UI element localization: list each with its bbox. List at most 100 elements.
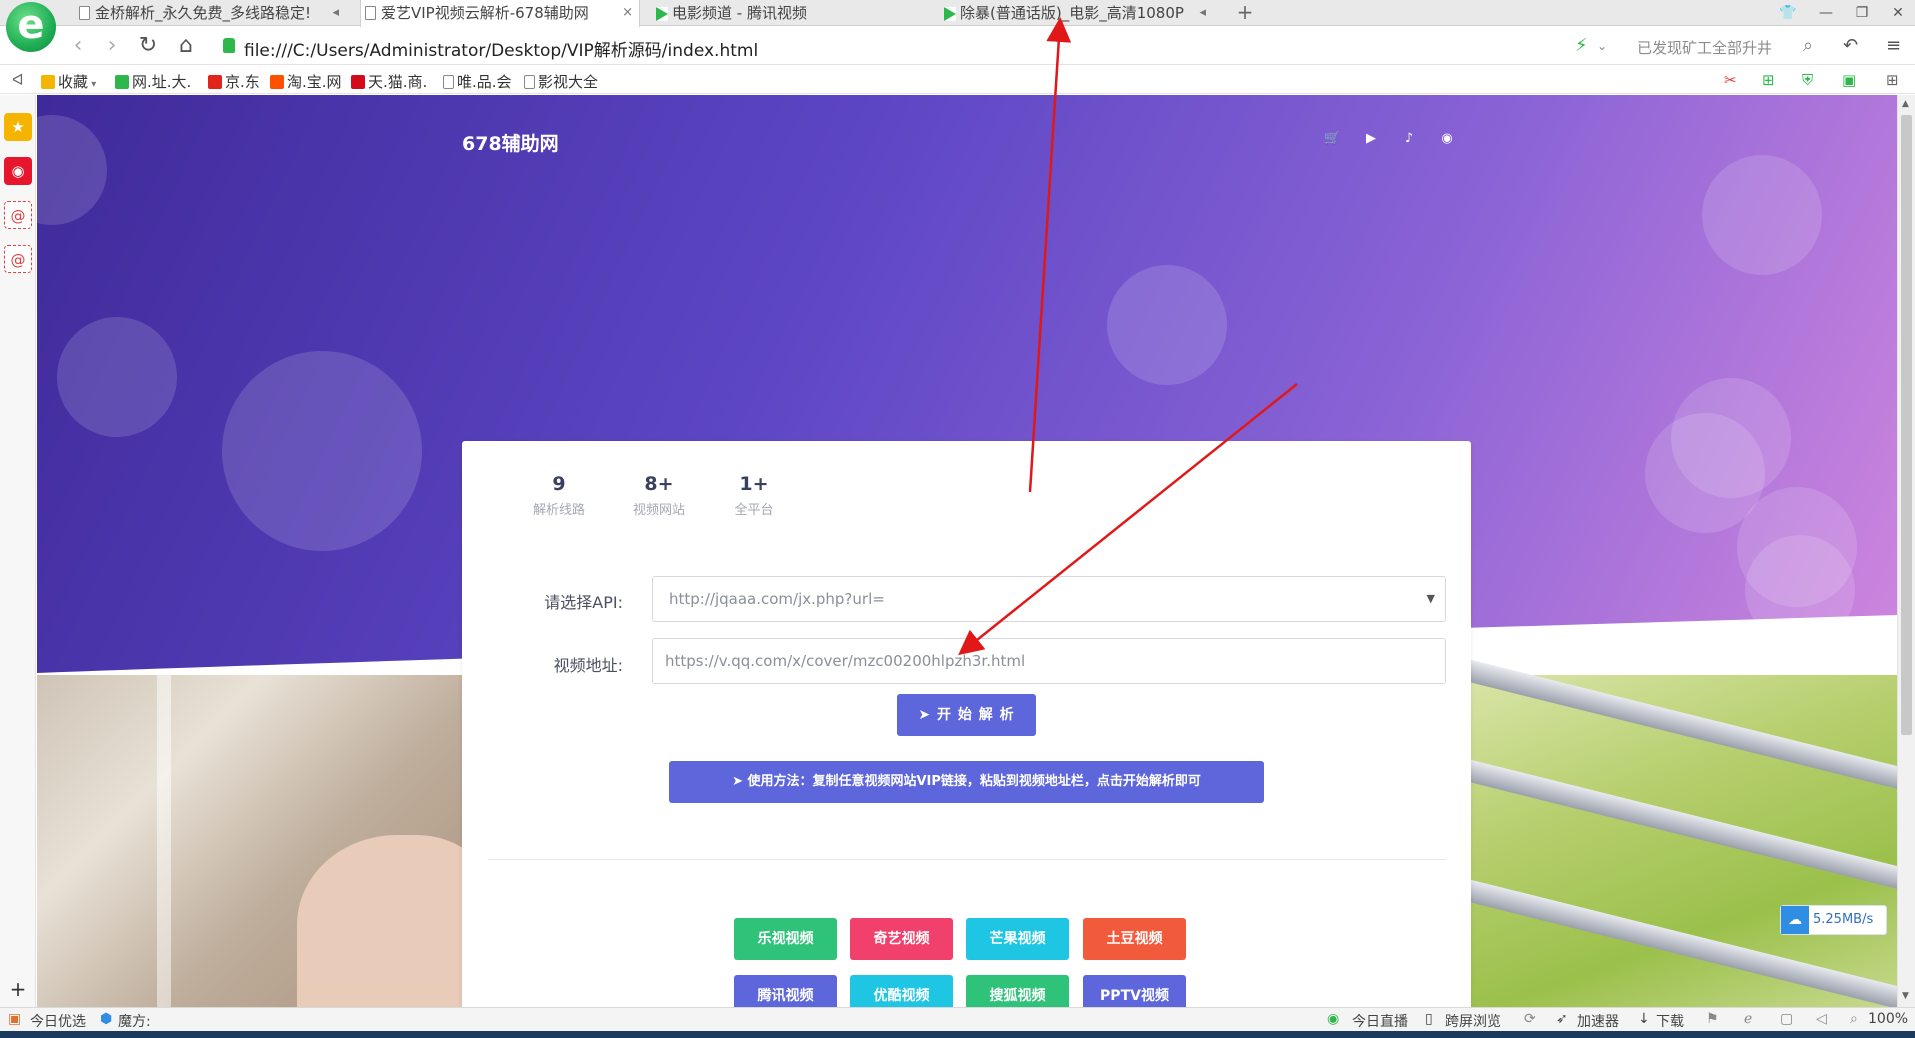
bookmark-item[interactable]: 网.址.大.	[115, 71, 191, 92]
decor-bubble	[37, 115, 107, 225]
os-taskbar	[0, 1031, 1915, 1038]
site-button-tudou[interactable]: 土豆视频	[1083, 918, 1186, 960]
mail-icon[interactable]: @	[4, 201, 32, 229]
magic-cube[interactable]: 魔方:	[118, 1011, 151, 1031]
close-window-icon[interactable]: ✕	[1880, 0, 1915, 26]
github-icon[interactable]: ◉	[1439, 131, 1455, 147]
favorites-icon[interactable]: ★	[4, 113, 32, 141]
search-icon[interactable]: ⌕	[1803, 35, 1813, 56]
lightning-icon[interactable]: ⚡	[1575, 35, 1588, 56]
bookmark-item[interactable]: 天.猫.商.	[351, 71, 427, 92]
refresh-icon[interactable]: ↻	[134, 32, 162, 60]
weibo-icon[interactable]: ◉	[4, 157, 32, 185]
site-button-tencent[interactable]: 腾讯视频	[734, 975, 837, 1007]
api-select[interactable]: http://jqaaa.com/jx.php?url= ▼	[652, 576, 1446, 622]
bookmark-item[interactable]: 唯.品.会	[443, 71, 512, 92]
volume-icon[interactable]: ◁	[1816, 1011, 1827, 1027]
site-button-youku[interactable]: 优酷视频	[850, 975, 953, 1007]
tab-2[interactable]: 电影频道 - 腾讯视频	[652, 0, 932, 26]
parse-card: 9 解析线路 8+ 视频网站 1+ 全平台 请选择API: http://jqa…	[462, 441, 1471, 1007]
music-icon[interactable]: ♪	[1401, 131, 1417, 147]
close-tab-icon[interactable]: ×	[622, 0, 633, 26]
page-icon	[365, 6, 376, 20]
page-scrollbar[interactable]: ▲ ▼	[1897, 95, 1915, 1007]
undo-icon[interactable]: ↶	[1843, 35, 1858, 56]
bookmark-item[interactable]: 影视大全	[524, 71, 598, 92]
skin-icon[interactable]: 👕	[1770, 0, 1806, 26]
stat-number: 9	[552, 473, 566, 495]
tmall-icon	[351, 75, 365, 89]
window-icon[interactable]: ▢	[1780, 1011, 1793, 1027]
mute-icon[interactable]: ◂	[1199, 0, 1206, 26]
scroll-thumb[interactable]	[1901, 115, 1912, 735]
game-icon[interactable]: ▣	[1842, 71, 1856, 89]
bookmark-item[interactable]: 京.东	[208, 71, 260, 92]
ie-icon[interactable]: ℯ	[1744, 1011, 1752, 1027]
decor-rail	[1436, 752, 1897, 900]
new-tab-button[interactable]: +	[1234, 0, 1256, 26]
zoom-level[interactable]: 100%	[1868, 1011, 1908, 1027]
bookmark-item[interactable]: 收藏 ▾	[41, 71, 96, 92]
refresh-icon[interactable]: ⟳	[1524, 1011, 1536, 1027]
tab-1[interactable]: 爱艺VIP视频云解析-678辅助网 ×	[360, 0, 640, 27]
stat-label: 视频网站	[632, 503, 685, 518]
api-select-value: http://jqaaa.com/jx.php?url=	[669, 590, 885, 608]
scroll-up-icon[interactable]: ▲	[1902, 99, 1909, 109]
check-icon	[115, 75, 129, 89]
tab-0[interactable]: 金桥解析_永久免费_多线路稳定! ◂	[75, 0, 345, 26]
mail-icon[interactable]: @	[4, 245, 32, 273]
site-button-iqiyi[interactable]: 奇艺视频	[850, 918, 953, 960]
apps-icon[interactable]: ⊞	[1886, 71, 1899, 89]
browser-logo[interactable]: e	[6, 2, 56, 52]
restore-icon[interactable]: ❐	[1844, 0, 1880, 26]
minimize-icon[interactable]: —	[1808, 0, 1844, 26]
scissors-icon[interactable]: ✂	[1724, 71, 1737, 89]
scroll-down-icon[interactable]: ▼	[1902, 991, 1909, 1001]
site-brand[interactable]: 678辅助网	[462, 129, 559, 156]
mute-icon[interactable]: ◂	[332, 0, 339, 26]
stat-label: 全平台	[734, 503, 774, 518]
cart-icon[interactable]: 🛒	[1324, 131, 1340, 147]
today-picks[interactable]: 今日优选	[30, 1011, 86, 1031]
site-button-pptv[interactable]: PPTV视频	[1083, 975, 1186, 1007]
tab-title: 爱艺VIP视频云解析-678辅助网	[381, 4, 589, 22]
cross-screen[interactable]: 跨屏浏览	[1445, 1011, 1501, 1031]
shield-icon[interactable]: ⛨	[1802, 71, 1813, 89]
rocket-icon: ➶	[1556, 1011, 1568, 1027]
decor-bubble	[1107, 265, 1227, 385]
youtube-icon[interactable]: ▶	[1363, 131, 1379, 147]
accelerator[interactable]: 加速器	[1577, 1011, 1619, 1031]
security-shield-icon[interactable]	[223, 38, 235, 53]
decor-bubble	[57, 317, 177, 437]
usage-button[interactable]: ➤ 使用方法：复制任意视频网站VIP链接，粘贴到视频地址栏，点击开始解析即可	[669, 761, 1264, 803]
site-label: 土豆视频	[1106, 931, 1163, 947]
tab-3[interactable]: 除暴(普通话版)_电影_高清1080P ◂	[940, 0, 1212, 26]
today-live[interactable]: 今日直播	[1352, 1011, 1408, 1031]
menu-icon[interactable]: ≡	[1886, 35, 1901, 56]
chevron-down-icon[interactable]: ⌄	[1597, 39, 1607, 53]
caret-down-icon: ▼	[1426, 592, 1435, 605]
bookmark-label: 天.猫.商.	[368, 73, 428, 91]
site-button-mango[interactable]: 芒果视频	[966, 918, 1069, 960]
home-icon[interactable]: ⌂	[172, 32, 200, 60]
zoom-icon[interactable]: ⌕	[1850, 1011, 1858, 1027]
site-button-letv[interactable]: 乐视视频	[734, 918, 837, 960]
add-icon[interactable]: +	[4, 975, 32, 1003]
flag-icon[interactable]: ⚑	[1706, 1011, 1719, 1027]
video-url-input[interactable]: https://v.qq.com/x/cover/mzc00200hlpzh3r…	[652, 638, 1446, 684]
download-speed-widget[interactable]: ☁ 5.25MB/s	[1780, 905, 1887, 935]
jd-icon	[208, 75, 222, 89]
translate-icon[interactable]: ⊞	[1762, 71, 1775, 89]
forward-icon[interactable]: ›	[98, 32, 126, 60]
site-button-sohu[interactable]: 搜狐视频	[966, 975, 1069, 1007]
collapse-sidebar-icon[interactable]: ᐊ	[12, 71, 24, 89]
news-ticker[interactable]: 已发现矿工全部升井	[1637, 37, 1772, 58]
gift-icon[interactable]: ▣	[8, 1011, 21, 1027]
download-arrow-icon: ↓	[1638, 1011, 1650, 1027]
url-input[interactable]: file:///C:/Users/Administrator/Desktop/V…	[244, 36, 758, 61]
back-icon[interactable]: ‹	[64, 32, 92, 60]
taobao-icon	[270, 75, 284, 89]
bookmark-item[interactable]: 淘.宝.网	[270, 71, 342, 92]
downloads[interactable]: 下载	[1656, 1011, 1684, 1031]
start-parse-button[interactable]: ➤ 开 始 解 析	[897, 694, 1036, 736]
